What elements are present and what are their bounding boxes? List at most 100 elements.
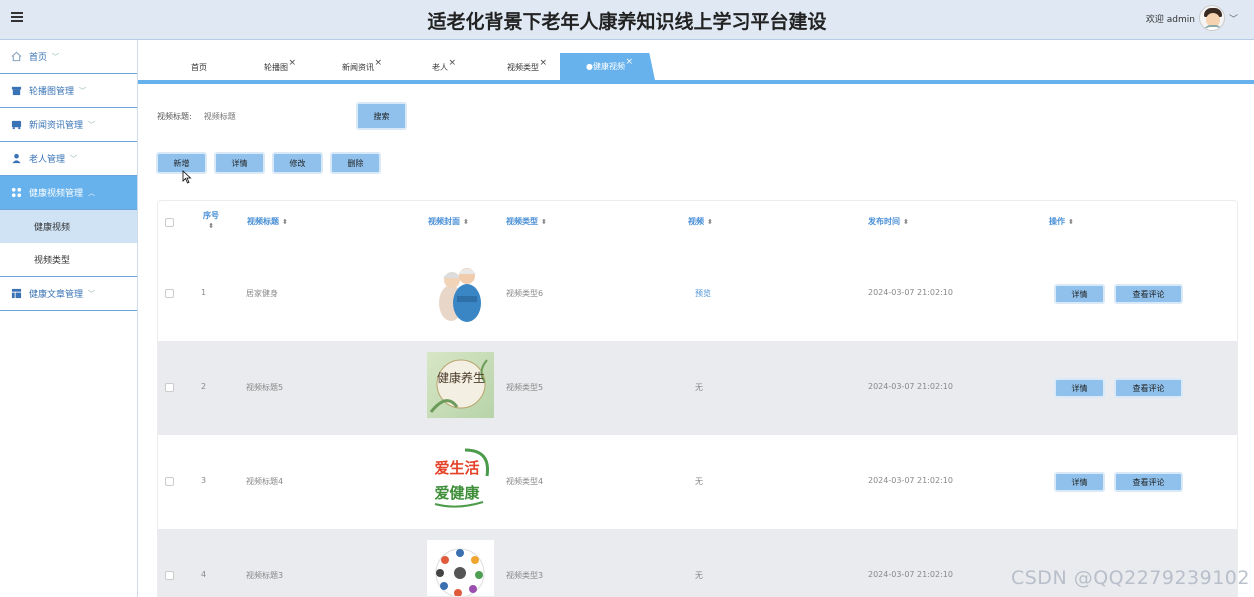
tab-home[interactable]: 首页 — [191, 54, 207, 80]
user-menu[interactable]: 欢迎 admin ﹀ — [1146, 4, 1238, 32]
column-header-index[interactable]: 序号 ⬍ — [201, 210, 221, 230]
sidebar: 首页 ﹀ 轮播图管理 ﹀ 新闻资讯管理 ﹀ 老人管理 ﹀ 健康视频管理 ︿ 健康… — [0, 40, 138, 597]
row-video-preview-link[interactable]: 预览 — [695, 288, 711, 299]
sort-icon[interactable]: ⬍ — [463, 218, 469, 226]
table-row[interactable]: 2 视频标题5 健康养生 视频类型5 无 2024-03-07 21:02:10… — [158, 341, 1237, 435]
column-header-cover[interactable]: 视频封面 ⬍ — [428, 216, 469, 227]
page-title: 适老化背景下老年人康养知识线上学习平台建设 — [427, 11, 827, 33]
sort-icon[interactable]: ⬍ — [1068, 218, 1074, 226]
tab-news[interactable]: 新闻资讯 × — [342, 54, 382, 80]
cover-text: 健康养生 — [437, 370, 485, 385]
row-index: 2 — [201, 382, 207, 391]
search-bar: 视频标题: — [157, 102, 329, 130]
sidebar-item-carousel[interactable]: 轮播图管理 ﹀ — [0, 74, 137, 108]
row-title: 视频标题4 — [246, 477, 284, 486]
sidebar-subitem-health-video[interactable]: 健康视频 — [0, 210, 137, 243]
data-table: 序号 ⬍ 视频标题 ⬍ 视频封面 ⬍ 视频类型 ⬍ 视频 ⬍ 发布时间 ⬍ 操作 ⬍ 1 居家… — [157, 200, 1238, 597]
search-label: 视频标题: — [157, 111, 192, 121]
chevron-down-icon[interactable]: ﹀ — [1229, 12, 1238, 25]
column-label: 视频标题 — [247, 217, 279, 226]
close-icon[interactable]: × — [539, 58, 547, 68]
column-label: 发布时间 — [868, 217, 900, 226]
search-button[interactable]: 搜索 — [356, 102, 407, 130]
store-icon — [11, 86, 22, 96]
row-time: 2024-03-07 21:02:10 — [868, 476, 953, 485]
sort-icon[interactable]: ⬍ — [208, 222, 214, 230]
sidebar-item-health-video[interactable]: 健康视频管理 ︿ — [0, 176, 137, 210]
sidebar-item-label: 健康视频管理 — [29, 189, 84, 199]
row-video: 无 — [695, 571, 703, 580]
column-label: 序号 — [203, 211, 219, 220]
tab-health-video[interactable]: ●健康视频 × — [560, 53, 655, 80]
close-icon[interactable]: × — [288, 58, 296, 68]
column-label: 视频 — [688, 217, 704, 226]
row-checkbox[interactable] — [165, 477, 174, 486]
home-icon — [11, 51, 22, 62]
chevron-down-icon: ﹀ — [88, 120, 96, 129]
tab-label: 视频类型 — [507, 62, 539, 72]
chevron-down-icon: ﹀ — [88, 289, 96, 298]
edit-button[interactable]: 修改 — [272, 152, 323, 174]
avatar[interactable] — [1198, 5, 1225, 31]
column-label: 视频封面 — [428, 217, 460, 226]
column-header-time[interactable]: 发布时间 ⬍ — [868, 216, 909, 227]
row-checkbox[interactable] — [165, 571, 174, 580]
sidebar-item-label: 老人管理 — [29, 155, 66, 165]
sidebar-subitem-video-type[interactable]: 视频类型 — [0, 243, 137, 276]
row-title: 视频标题5 — [246, 383, 284, 392]
apps-icon — [11, 187, 22, 198]
row-type: 视频类型5 — [506, 383, 544, 392]
column-header-type[interactable]: 视频类型 ⬍ — [506, 216, 547, 227]
tab-carousel[interactable]: 轮播图 × — [264, 54, 296, 80]
row-time: 2024-03-07 21:02:10 — [868, 382, 953, 391]
sort-icon[interactable]: ⬍ — [541, 218, 547, 226]
row-comments-button[interactable]: 查看评论 — [1114, 378, 1183, 398]
column-header-actions[interactable]: 操作 ⬍ — [1049, 216, 1074, 227]
tab-elderly[interactable]: 老人 × — [432, 54, 456, 80]
row-checkbox[interactable] — [165, 289, 174, 298]
sidebar-item-news[interactable]: 新闻资讯管理 ﹀ — [0, 108, 137, 142]
close-icon[interactable]: × — [448, 58, 456, 68]
column-header-video[interactable]: 视频 ⬍ — [688, 216, 713, 227]
sidebar-item-home[interactable]: 首页 ﹀ — [0, 40, 137, 74]
tab-label: ●健康视频 — [586, 62, 625, 71]
sort-icon[interactable]: ⬍ — [707, 218, 713, 226]
select-all-checkbox[interactable] — [165, 218, 174, 227]
video-cover-image[interactable]: 健康养生 — [427, 352, 494, 418]
delete-button[interactable]: 删除 — [330, 152, 381, 174]
row-video: 无 — [695, 477, 703, 486]
tab-video-type[interactable]: 视频类型 × — [507, 54, 547, 80]
column-header-title[interactable]: 视频标题 ⬍ — [247, 216, 288, 227]
tab-label: 新闻资讯 — [342, 62, 374, 72]
row-comments-button[interactable]: 查看评论 — [1114, 472, 1183, 492]
row-type: 视频类型6 — [506, 289, 544, 298]
detail-button[interactable]: 详情 — [214, 152, 265, 174]
tab-label: 老人 — [432, 62, 448, 72]
chevron-up-icon: ︿ — [88, 188, 96, 197]
table-header: 序号 ⬍ 视频标题 ⬍ 视频封面 ⬍ 视频类型 ⬍ 视频 ⬍ 发布时间 ⬍ 操作 ⬍ — [158, 201, 1237, 247]
video-cover-image[interactable] — [427, 258, 494, 324]
sidebar-item-elderly[interactable]: 老人管理 ﹀ — [0, 142, 137, 176]
row-detail-button[interactable]: 详情 — [1054, 284, 1105, 304]
row-checkbox[interactable] — [165, 383, 174, 392]
chevron-down-icon: ﹀ — [52, 52, 60, 61]
table-row[interactable]: 1 居家健身 视频类型6 预览 2024-03-07 21:02:10 详情 查… — [158, 247, 1237, 341]
sidebar-item-health-article[interactable]: 健康文章管理 ﹀ — [0, 277, 137, 311]
row-title: 居家健身 — [246, 289, 278, 298]
video-cover-image[interactable]: 爱生活 爱健康 — [427, 446, 494, 512]
table-row[interactable]: 3 视频标题4 爱生活 爱健康 视频类型4 无 2024-03-07 21:02… — [158, 435, 1237, 529]
row-comments-button[interactable]: 查看评论 — [1114, 284, 1183, 304]
chevron-down-icon: ﹀ — [70, 154, 78, 163]
sidebar-item-label: 健康文章管理 — [29, 290, 84, 300]
row-type: 视频类型4 — [506, 477, 544, 486]
row-detail-button[interactable]: 详情 — [1054, 472, 1105, 492]
search-input[interactable] — [203, 105, 329, 127]
row-time: 2024-03-07 21:02:10 — [868, 288, 953, 297]
close-icon[interactable]: × — [625, 57, 633, 67]
sort-icon[interactable]: ⬍ — [903, 218, 909, 226]
row-detail-button[interactable]: 详情 — [1054, 378, 1105, 398]
close-icon[interactable]: × — [374, 58, 382, 68]
sort-icon[interactable]: ⬍ — [282, 218, 288, 226]
video-cover-image[interactable] — [427, 540, 494, 596]
sidebar-item-label: 轮播图管理 — [29, 87, 75, 97]
